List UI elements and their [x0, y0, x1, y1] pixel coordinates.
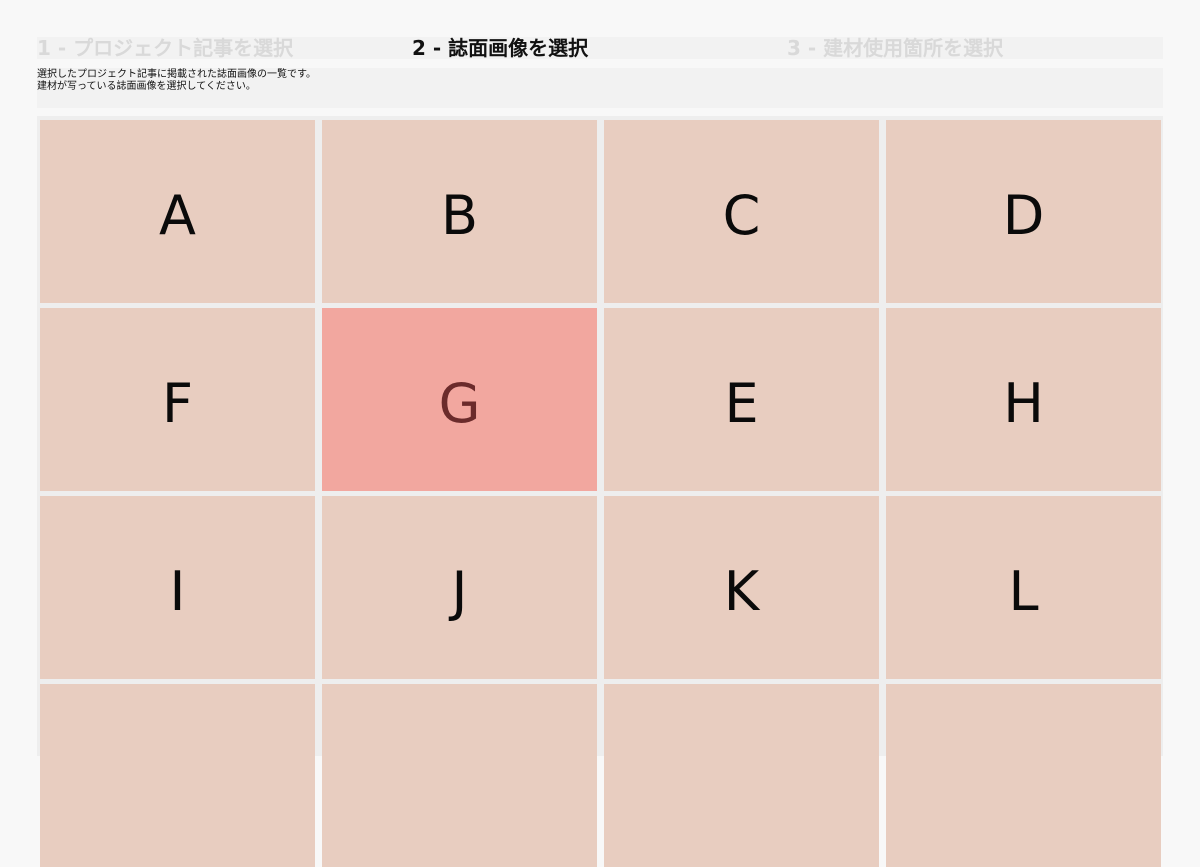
- image-tile-label: H: [1003, 372, 1044, 435]
- image-tile-label: B: [440, 184, 479, 247]
- image-tile[interactable]: [322, 684, 597, 867]
- image-grid-container: A B C D F G E H I J K L: [37, 116, 1163, 867]
- step-3-select-material-location: 3 - 建材使用箇所を選択: [787, 36, 1004, 60]
- image-tile[interactable]: L: [886, 496, 1161, 679]
- image-tile[interactable]: [886, 684, 1161, 867]
- step-1-select-project-article: 1 - プロジェクト記事を選択: [37, 36, 294, 60]
- instructions-panel: 選択したプロジェクト記事に掲載された誌面画像の一覧です。 建材が写っている誌面画…: [37, 68, 1163, 108]
- image-tile-label: L: [1008, 560, 1039, 623]
- image-tile-label: A: [159, 184, 196, 247]
- image-tile-label: G: [438, 372, 481, 435]
- image-tile[interactable]: E: [604, 308, 879, 491]
- image-tile[interactable]: H: [886, 308, 1161, 491]
- image-tile[interactable]: B: [322, 120, 597, 303]
- image-tile[interactable]: I: [40, 496, 315, 679]
- image-tile-label: E: [724, 372, 759, 435]
- image-tile-label: F: [161, 372, 194, 435]
- instruction-line-2: 建材が写っている誌面画像を選択してください。: [37, 81, 256, 92]
- image-tile-selected[interactable]: G: [322, 308, 597, 491]
- image-tile[interactable]: C: [604, 120, 879, 303]
- image-tile[interactable]: K: [604, 496, 879, 679]
- image-tile-label: D: [1002, 184, 1045, 247]
- image-tile[interactable]: J: [322, 496, 597, 679]
- image-tile[interactable]: A: [40, 120, 315, 303]
- image-tile-label: J: [451, 560, 468, 623]
- instruction-line-1: 選択したプロジェクト記事に掲載された誌面画像の一覧です。: [37, 69, 316, 80]
- image-tile[interactable]: F: [40, 308, 315, 491]
- image-tile-label: C: [722, 184, 761, 247]
- image-tile[interactable]: D: [886, 120, 1161, 303]
- image-tile[interactable]: [604, 684, 879, 867]
- step-indicator: 1 - プロジェクト記事を選択 2 - 誌面画像を選択 3 - 建材使用箇所を選…: [37, 37, 1163, 59]
- step-2-select-page-image: 2 - 誌面画像を選択: [412, 36, 589, 60]
- image-grid: A B C D F G E H I J K L: [40, 120, 1161, 867]
- image-tile-label: I: [169, 560, 186, 623]
- image-tile-label: K: [723, 560, 760, 623]
- image-tile[interactable]: [40, 684, 315, 867]
